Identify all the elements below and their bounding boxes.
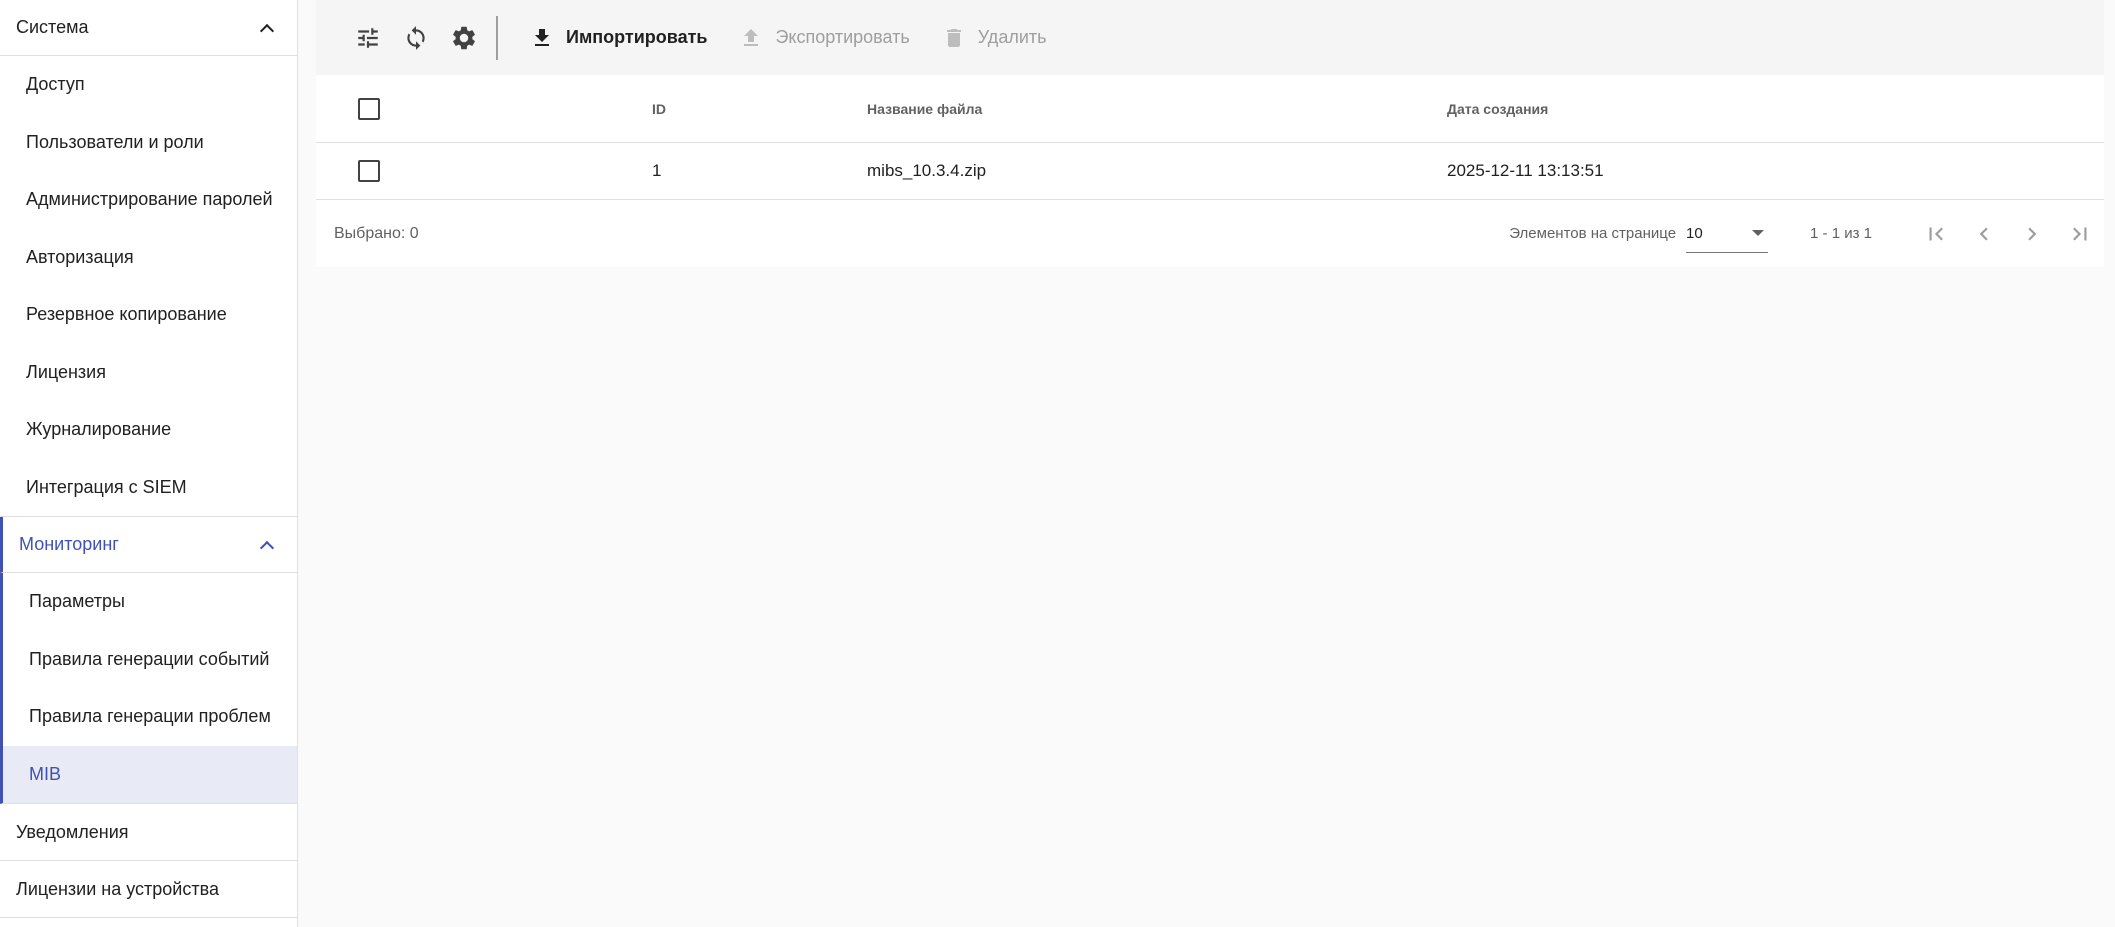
per-page-select[interactable]: 10 — [1686, 215, 1769, 253]
sidebar-item-access[interactable]: Доступ — [0, 56, 297, 114]
import-button[interactable]: Импортировать — [514, 14, 723, 62]
cell-filename: mibs_10.3.4.zip — [867, 161, 987, 180]
table-header-row: ID Название файла Дата создания — [316, 75, 2104, 143]
tune-icon[interactable] — [344, 14, 392, 62]
prev-page-icon[interactable] — [1960, 210, 2008, 258]
sidebar-section-label: Мониторинг — [19, 534, 119, 554]
main-content: Импортировать Экспортировать Удалить ID … — [316, 0, 2104, 267]
sidebar-item-problem-rules[interactable]: Правила генерации проблем — [3, 688, 297, 746]
sidebar-item-label: Правила генерации проблем — [29, 706, 271, 727]
sidebar-item-backup[interactable]: Резервное копирование — [0, 286, 297, 344]
chevron-up-icon[interactable] — [259, 538, 273, 552]
column-header-filename[interactable]: Название файла — [867, 101, 1447, 117]
export-button-label: Экспортировать — [775, 27, 910, 47]
sidebar-item-label: Правила генерации событий — [29, 648, 270, 669]
sidebar-section-label: Уведомления — [16, 821, 129, 842]
gear-icon[interactable] — [440, 14, 488, 62]
sidebar-item-mib[interactable]: MIB — [3, 745, 297, 803]
chevron-up-icon[interactable] — [259, 21, 273, 35]
export-button[interactable]: Экспортировать — [723, 14, 925, 62]
column-header-id[interactable]: ID — [652, 101, 867, 117]
sidebar-item-label: Доступ — [26, 74, 85, 95]
sync-icon[interactable] — [392, 14, 440, 62]
toolbar-divider — [496, 15, 498, 60]
delete-button-label: Удалить — [977, 27, 1047, 47]
column-header-date[interactable]: Дата создания — [1447, 101, 2104, 117]
table-row[interactable]: 1 mibs_10.3.4.zip 2025-12-11 13:13:51 — [316, 143, 2104, 200]
sidebar-item-logging[interactable]: Журналирование — [0, 401, 297, 459]
sidebar-item-license[interactable]: Лицензия — [0, 343, 297, 401]
sidebar-item-label: Параметры — [29, 591, 125, 612]
page-range-label: 1 - 1 из 1 — [1810, 225, 1872, 242]
next-page-icon[interactable] — [2008, 210, 2056, 258]
sidebar-item-password-admin[interactable]: Администрирование паролей — [0, 171, 297, 229]
trash-icon — [946, 28, 961, 47]
sidebar-item-label: Авторизация — [26, 246, 134, 267]
sidebar-item-label: Лицензия — [26, 361, 106, 382]
sidebar-item-parameters[interactable]: Параметры — [3, 573, 297, 631]
sidebar-section-monitoring[interactable]: Мониторинг — [0, 517, 297, 573]
sidebar-item-siem[interactable]: Интеграция с SIEM — [0, 458, 297, 516]
cell-id: 1 — [652, 161, 662, 180]
last-page-icon[interactable] — [2056, 210, 2104, 258]
per-page-value: 10 — [1686, 224, 1703, 242]
upload-icon — [744, 28, 759, 46]
sidebar-group-monitoring: Параметры Правила генерации событий Прав… — [0, 573, 297, 804]
toolbar: Импортировать Экспортировать Удалить — [316, 0, 2104, 75]
sidebar-item-label: Администрирование паролей — [26, 189, 273, 210]
sidebar-section-system[interactable]: Система — [0, 0, 297, 56]
sidebar-item-label: Резервное копирование — [26, 304, 227, 325]
sidebar-section-label: Лицензии на устройства — [16, 878, 219, 899]
cell-date: 2025-12-11 13:13:51 — [1447, 161, 1604, 180]
download-icon — [535, 28, 549, 46]
sidebar-section-device-licenses[interactable]: Лицензии на устройства — [0, 861, 297, 918]
first-page-icon[interactable] — [1912, 210, 1960, 258]
sidebar-item-label: Пользователи и роли — [26, 131, 204, 152]
selected-count: Выбрано: 0 — [334, 224, 419, 242]
table-footer: Выбрано: 0 Элементов на странице 10 1 - … — [316, 200, 2104, 267]
sidebar-item-authorization[interactable]: Авторизация — [0, 228, 297, 286]
sidebar-item-event-rules[interactable]: Правила генерации событий — [3, 630, 297, 688]
sidebar-item-label: Интеграция с SIEM — [26, 476, 187, 497]
per-page-label: Элементов на странице — [1509, 225, 1677, 242]
row-select-cell — [316, 160, 652, 182]
caret-down-icon — [1752, 230, 1765, 236]
sidebar-section-notifications[interactable]: Уведомления — [0, 804, 297, 861]
import-button-label: Импортировать — [566, 27, 708, 47]
sidebar: Система Доступ Пользователи и роли Админ… — [0, 0, 298, 927]
select-all-cell — [316, 97, 652, 120]
sidebar-item-label: MIB — [29, 763, 62, 784]
select-all-checkbox[interactable] — [358, 97, 380, 120]
row-checkbox[interactable] — [358, 160, 380, 182]
mib-table: ID Название файла Дата создания 1 mibs_1… — [316, 75, 2104, 267]
sidebar-group-system: Доступ Пользователи и роли Администриров… — [0, 56, 297, 517]
sidebar-item-users-roles[interactable]: Пользователи и роли — [0, 113, 297, 171]
sidebar-section-label: Система — [16, 17, 89, 37]
sidebar-item-label: Журналирование — [26, 419, 172, 440]
delete-button[interactable]: Удалить — [926, 14, 1063, 62]
